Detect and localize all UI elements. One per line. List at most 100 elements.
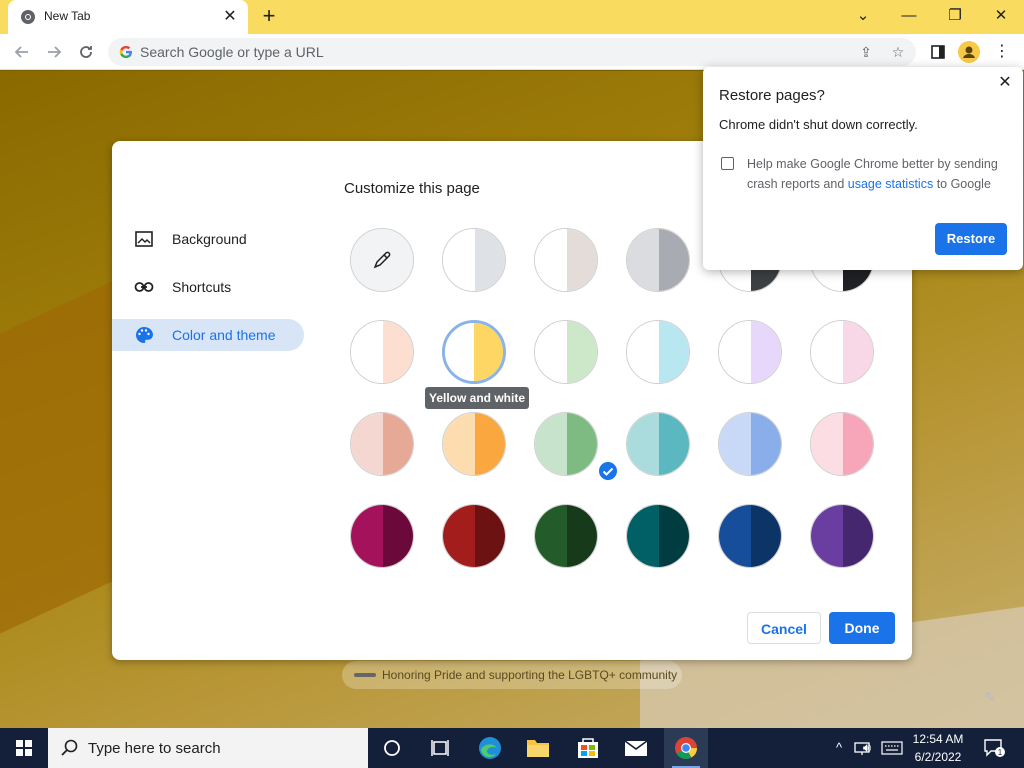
swatch-right-half <box>659 229 689 291</box>
reload-icon[interactable] <box>74 40 98 64</box>
nav-item-shortcuts[interactable]: Shortcuts <box>112 271 304 303</box>
clock-date[interactable]: 6/2/2022 <box>906 750 970 764</box>
search-icon <box>61 739 78 756</box>
swatch-right-half <box>567 505 597 567</box>
theme-color-swatch[interactable] <box>534 412 598 476</box>
back-arrow-icon[interactable] <box>10 40 34 64</box>
start-button[interactable] <box>0 728 48 768</box>
theme-color-swatch[interactable] <box>442 504 506 568</box>
swatch-right-half <box>567 413 597 475</box>
theme-color-swatch[interactable] <box>810 504 874 568</box>
omnibox[interactable]: ⇪ ☆ <box>108 38 916 66</box>
theme-color-swatch[interactable] <box>718 320 782 384</box>
theme-color-swatch[interactable] <box>350 504 414 568</box>
theme-color-swatch[interactable] <box>718 504 782 568</box>
theme-color-swatch[interactable] <box>442 320 506 384</box>
swatch-right-half <box>751 413 781 475</box>
theme-color-swatch[interactable] <box>810 412 874 476</box>
swatch-left-half <box>811 413 843 475</box>
swatch-right-half <box>659 505 689 567</box>
share-icon[interactable]: ⇪ <box>856 42 876 62</box>
swatch-right-half <box>475 505 505 567</box>
custom-color-swatch[interactable] <box>350 228 414 292</box>
omnibox-input[interactable] <box>140 38 840 66</box>
theme-color-swatch[interactable] <box>350 320 414 384</box>
nav-item-background[interactable]: Background <box>112 223 304 255</box>
volume-icon[interactable]: 🔊︎ <box>856 738 878 758</box>
store-icon <box>578 738 598 758</box>
notification-center-icon[interactable]: 1 <box>980 738 1008 758</box>
theme-color-swatch[interactable] <box>626 320 690 384</box>
close-window-button[interactable]: ✕ <box>978 2 1024 30</box>
pride-flag-icon <box>354 673 376 677</box>
nav-label: Shortcuts <box>172 279 232 295</box>
tab-new-tab[interactable]: New Tab ✕ <box>8 0 248 34</box>
theme-color-swatch[interactable] <box>626 504 690 568</box>
notification-count: 1 <box>998 748 1003 757</box>
tab-search-chevron-icon[interactable]: ⌄ <box>840 2 886 30</box>
bookmark-star-icon[interactable]: ☆ <box>888 42 908 62</box>
taskbar-edge[interactable] <box>468 728 512 768</box>
pride-promo-chip[interactable]: Honoring Pride and supporting the LGBTQ+… <box>342 661 682 689</box>
theme-color-swatch[interactable] <box>442 412 506 476</box>
theme-color-swatch[interactable] <box>534 228 598 292</box>
theme-color-swatch[interactable] <box>810 320 874 384</box>
image-icon <box>135 231 153 247</box>
taskbar-search-box[interactable]: Type here to search <box>48 728 368 768</box>
swatch-right-half <box>751 505 781 567</box>
swatch-left-half <box>535 413 567 475</box>
swatch-left-half <box>811 505 843 567</box>
swatch-left-half <box>443 229 475 291</box>
crash-report-checkbox[interactable] <box>721 157 734 170</box>
minimize-button[interactable]: — <box>886 2 932 30</box>
tab-close-icon[interactable]: ✕ <box>220 7 240 27</box>
task-view-button[interactable] <box>418 728 462 768</box>
theme-color-swatch[interactable] <box>718 412 782 476</box>
swatch-right-half <box>475 413 505 475</box>
swatch-right-half <box>567 321 597 383</box>
restore-window-button[interactable]: ❐ <box>932 2 978 30</box>
swatch-left-half <box>627 229 659 291</box>
chrome-icon <box>21 10 35 24</box>
done-button[interactable]: Done <box>829 612 895 644</box>
forward-arrow-icon[interactable] <box>42 40 66 64</box>
swatch-left-half <box>351 413 383 475</box>
palette-icon <box>136 327 153 343</box>
cortana-icon <box>384 740 400 756</box>
swatch-left-half <box>443 505 475 567</box>
taskbar-file-explorer[interactable] <box>516 728 560 768</box>
chrome-icon <box>675 737 697 759</box>
restore-title: Restore pages? <box>719 87 825 104</box>
cancel-button[interactable]: Cancel <box>747 612 821 644</box>
theme-color-swatch[interactable] <box>350 412 414 476</box>
chevron-up-icon[interactable]: ^ <box>830 738 848 758</box>
new-tab-button[interactable]: + <box>256 5 282 29</box>
nav-label: Color and theme <box>172 327 276 343</box>
taskbar-search-text: Type here to search <box>88 740 221 757</box>
edit-pencil-icon[interactable]: ✎ <box>984 689 1000 705</box>
nav-item-color-and-theme[interactable]: Color and theme <box>112 319 304 351</box>
close-icon[interactable]: ✕ <box>995 73 1015 93</box>
swatch-tooltip: Yellow and white <box>425 387 530 409</box>
theme-color-swatch[interactable] <box>626 412 690 476</box>
swatch-right-half <box>475 229 505 291</box>
profile-avatar[interactable] <box>958 41 980 63</box>
selected-check-icon <box>597 460 619 482</box>
theme-color-swatch[interactable] <box>534 504 598 568</box>
taskbar-store[interactable] <box>566 728 610 768</box>
clock-time[interactable]: 12:54 AM <box>906 732 970 746</box>
swatch-left-half <box>627 413 659 475</box>
windows-taskbar: Type here to search ^ 🔊︎ 12:54 AM 6/2/20… <box>0 728 1024 768</box>
theme-color-swatch[interactable] <box>626 228 690 292</box>
taskbar-mail[interactable] <box>614 728 658 768</box>
cortana-button[interactable] <box>370 728 414 768</box>
taskbar-chrome[interactable] <box>664 728 708 768</box>
restore-button[interactable]: Restore <box>935 223 1007 255</box>
side-panel-icon[interactable] <box>926 40 950 64</box>
restore-pages-bubble: Restore pages? ✕ Chrome didn't shut down… <box>703 67 1023 270</box>
more-menu-icon[interactable]: ⋮ <box>990 40 1014 64</box>
theme-color-swatch[interactable] <box>442 228 506 292</box>
usage-statistics-link[interactable]: usage statistics <box>848 177 933 191</box>
keyboard-icon[interactable] <box>880 738 904 758</box>
theme-color-swatch[interactable] <box>534 320 598 384</box>
